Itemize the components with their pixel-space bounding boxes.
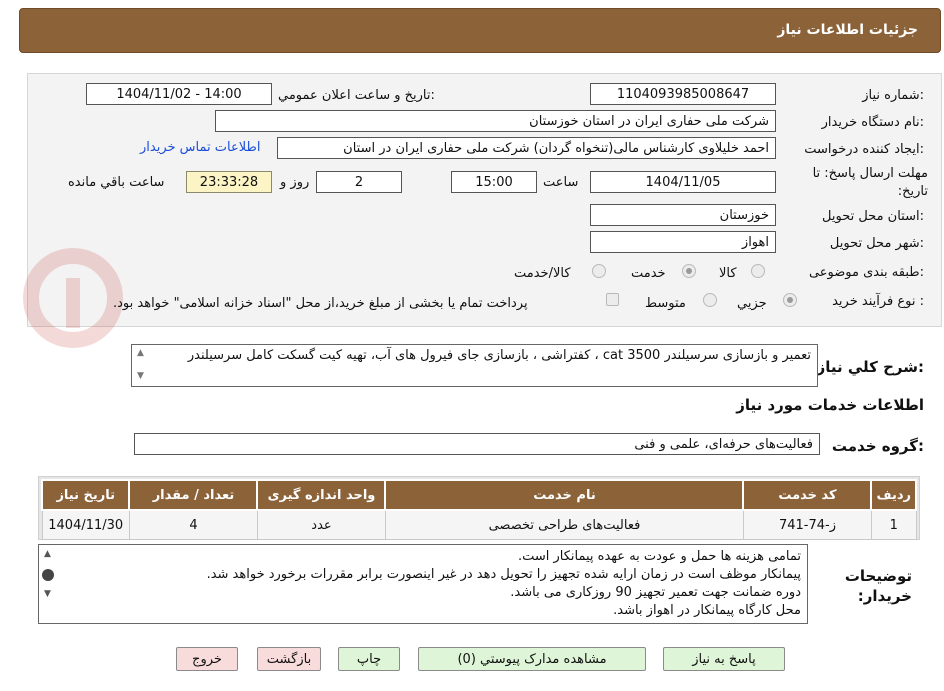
summary-label: شرح کلي نياز:	[816, 358, 924, 376]
documents-button[interactable]: مشاهده مدارک پیوستي (0)	[418, 647, 646, 671]
need-number-label: شماره نیاز:	[862, 88, 924, 103]
table-row: 1 ز-74-741 فعالیت‌های طراحی تخصصی عدد 4 …	[41, 509, 917, 540]
category-label: طبقه بندی موضوعی:	[808, 265, 924, 280]
contact-info-link[interactable]: اطلاعات تماس خریدار	[140, 140, 260, 155]
days-label: روز و	[280, 175, 310, 190]
buyer-org-field: شرکت ملی حفاری ایران در استان خوزستان	[215, 110, 776, 132]
time-label: ساعت	[543, 175, 579, 190]
notes-line: پیمانکار موظف است در زمان ارایه شده تجهی…	[206, 567, 801, 582]
process-minor-radio[interactable]	[783, 293, 797, 307]
category-goods-radio[interactable]	[751, 264, 765, 278]
col-name: نام خدمت	[384, 479, 745, 511]
page-header: جزئیات اطلاعات نیاز	[19, 8, 941, 53]
exit-button[interactable]: خروج	[176, 647, 238, 671]
category-both-label: کالا/خدمت	[514, 266, 571, 281]
reply-button[interactable]: پاسخ به نیاز	[663, 647, 785, 671]
summary-textarea[interactable]: تعمیر و بازسازی سرسیلندر cat 3500 ، کفتر…	[131, 344, 818, 387]
deadline-date-field: 1404/11/05	[590, 171, 776, 193]
announce-field: 1404/11/02 - 14:00	[86, 83, 272, 105]
cell-qty: 4	[128, 509, 258, 540]
table-header-row: رديف کد خدمت نام خدمت واحد اندازه گيری ت…	[40, 479, 917, 511]
notes-line: تمامی هزینه ها حمل و عودت به عهده پیمانک…	[517, 549, 801, 564]
col-unit: واحد اندازه گيری	[256, 479, 387, 511]
service-group-label: گروه خدمت:	[831, 437, 924, 455]
city-field: اهواز	[590, 231, 776, 253]
city-label: شهر محل تحویل:	[829, 236, 924, 251]
category-service-label: خدمت	[631, 266, 666, 281]
notes-line: محل کارگاه پیمانکار در اهواز باشد.	[613, 603, 801, 618]
service-group-field: فعالیت‌های حرفه‌ای، علمی و فنی	[134, 433, 820, 455]
notes-textarea[interactable]: تمامی هزینه ها حمل و عودت به عهده پیمانک…	[38, 544, 808, 624]
summary-scrollbar[interactable]: ▲ ▼	[132, 345, 152, 386]
notes-line: دوره ضمانت جهت تعمیر تجهیز 90 روزکاری می…	[510, 585, 801, 600]
province-field: خوزستان	[590, 204, 776, 226]
requester-field: احمد خلیلاوی کارشناس مالی(تنخواه گردان) …	[277, 137, 776, 159]
scroll-up-icon[interactable]: ▲	[44, 549, 51, 559]
category-goods-label: کالا	[719, 266, 737, 281]
remaining-time-field: 23:33:28	[186, 171, 272, 193]
back-button[interactable]: بازگشت	[257, 647, 321, 671]
cell-name: فعالیت‌های طراحی تخصصی	[384, 509, 744, 540]
notes-label: توضیحات خریدار:	[844, 567, 912, 605]
deadline-time-field: 15:00	[451, 171, 537, 193]
province-label: استان محل تحویل:	[822, 209, 924, 224]
cell-unit: عدد	[256, 509, 386, 540]
category-service-radio[interactable]	[682, 264, 696, 278]
announce-label: تاریخ و ساعت اعلان عمومي:	[278, 88, 435, 103]
scroll-up-icon[interactable]: ▲	[137, 348, 144, 358]
buyer-org-label: نام دستگاه خریدار:	[821, 115, 924, 130]
cell-index: 1	[870, 509, 917, 540]
col-index: رديف	[870, 479, 917, 511]
category-both-radio[interactable]	[592, 264, 606, 278]
print-button[interactable]: چاپ	[338, 647, 400, 671]
col-code: کد خدمت	[742, 479, 873, 511]
process-label: نوع فرآیند خرید :	[832, 294, 924, 309]
scroll-thumb[interactable]	[42, 569, 54, 581]
col-date: تاريخ نياز	[40, 479, 131, 511]
process-medium-label: متوسط	[645, 296, 686, 311]
page-title: جزئیات اطلاعات نیاز	[777, 22, 918, 38]
col-qty: تعداد / مقدار	[128, 479, 259, 511]
remaining-label: ساعت باقي مانده	[68, 175, 165, 190]
services-table-wrap: رديف کد خدمت نام خدمت واحد اندازه گيری ت…	[38, 476, 920, 540]
notes-scrollbar[interactable]: ▲ ▼	[39, 545, 59, 623]
scroll-down-icon[interactable]: ▼	[137, 371, 144, 381]
scroll-down-icon[interactable]: ▼	[44, 589, 51, 599]
treasury-checkbox[interactable]	[606, 293, 619, 306]
process-minor-label: جزيي	[737, 296, 767, 311]
need-number-field: 1104093985008647	[590, 83, 776, 105]
deadline-label: مهلت ارسال پاسخ: تا تاریخ:	[812, 166, 928, 199]
requester-label: ایجاد کننده درخواست:	[804, 142, 924, 157]
cell-date: 1404/11/30	[41, 509, 130, 540]
process-medium-radio[interactable]	[703, 293, 717, 307]
days-field: 2	[316, 171, 402, 193]
services-section-title: اطلاعات خدمات مورد نياز	[736, 396, 924, 414]
watermark-logo	[23, 248, 123, 348]
payment-note: پرداخت تمام یا بخشی از مبلغ خرید،از محل …	[113, 296, 528, 311]
services-table: رديف کد خدمت نام خدمت واحد اندازه گيری ت…	[40, 479, 917, 540]
cell-code: ز-74-741	[742, 509, 872, 540]
